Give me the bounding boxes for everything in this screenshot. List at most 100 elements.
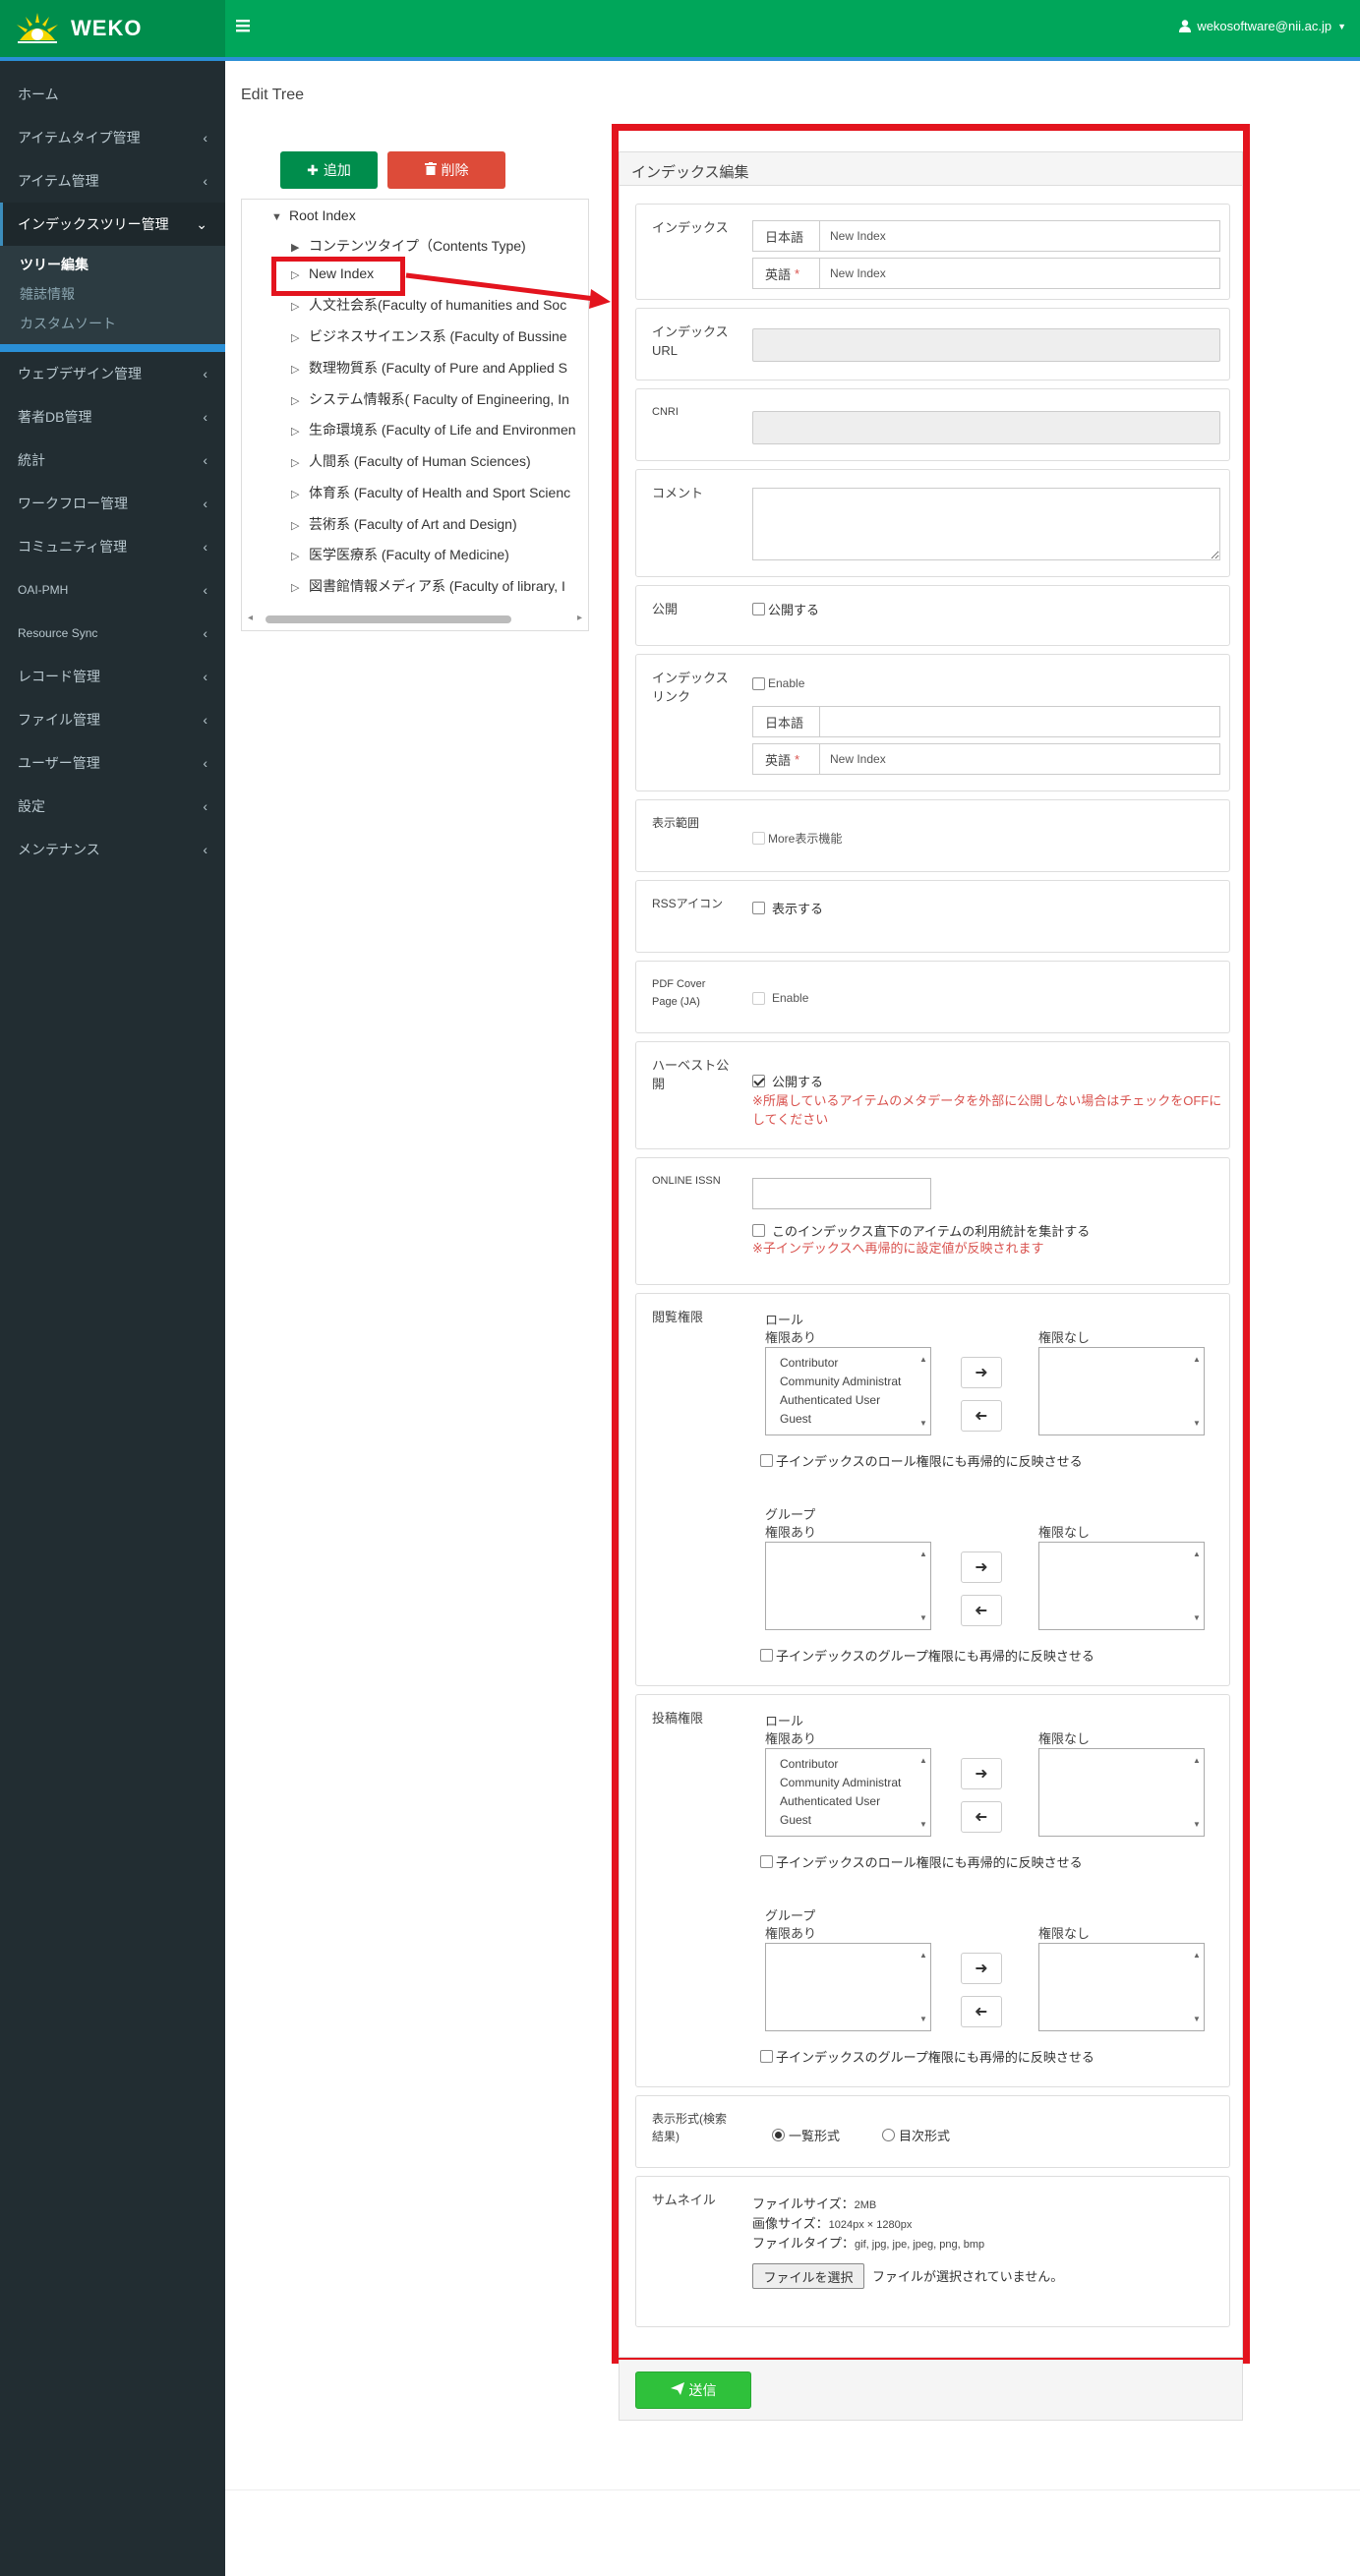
listbox-scrollbar[interactable]: ▲ ▼ bbox=[918, 1350, 928, 1433]
contrib-group-allowed-list[interactable]: ▲ ▼ bbox=[765, 1943, 931, 2031]
scrollbar-thumb[interactable] bbox=[266, 615, 511, 623]
scroll-up-icon[interactable]: ▲ bbox=[919, 1545, 927, 1563]
tree-horizontal-scrollbar[interactable]: ◂ ▸ bbox=[246, 613, 584, 626]
sidebar-item-maintenance[interactable]: メンテナンス ‹ bbox=[0, 828, 225, 871]
listbox-scrollbar[interactable]: ▲ ▼ bbox=[918, 1946, 928, 2028]
link-enable-checkbox[interactable]: Enable bbox=[752, 676, 804, 690]
sidebar-item-oai-pmh[interactable]: OAI-PMH ‹ bbox=[0, 568, 225, 612]
checkbox-box[interactable] bbox=[752, 991, 765, 1005]
tree-node[interactable]: ▶ コンテンツタイプ（Contents Type) bbox=[291, 234, 526, 258]
format-toc-radio[interactable]: 目次形式 bbox=[882, 2126, 950, 2144]
user-menu[interactable]: wekosoftware@nii.ac.jp ▼ bbox=[1179, 19, 1346, 33]
scroll-up-icon[interactable]: ▲ bbox=[1193, 1751, 1201, 1770]
tree-node-root[interactable]: ▼ Root Index bbox=[271, 204, 356, 227]
list-option[interactable]: Community Administrat bbox=[780, 1373, 930, 1391]
sidebar-item-record[interactable]: レコード管理 ‹ bbox=[0, 655, 225, 698]
scroll-down-icon[interactable]: ▼ bbox=[1193, 1815, 1201, 1834]
checkbox-box[interactable] bbox=[752, 832, 765, 845]
move-right-button[interactable]: ➜ bbox=[961, 1953, 1002, 1984]
sidebar-sub-custom-sort[interactable]: カスタムソート bbox=[0, 309, 225, 338]
radio-circle[interactable] bbox=[882, 2129, 895, 2141]
choose-file-button[interactable]: ファイルを選択 bbox=[752, 2263, 864, 2289]
link-ja-input[interactable] bbox=[820, 707, 1219, 736]
move-left-button[interactable]: ➜ bbox=[961, 1400, 1002, 1432]
index-name-en-input[interactable] bbox=[820, 259, 1219, 288]
scroll-up-icon[interactable]: ▲ bbox=[919, 1751, 927, 1770]
scroll-down-icon[interactable]: ▼ bbox=[919, 1815, 927, 1834]
scroll-down-icon[interactable]: ▼ bbox=[919, 1414, 927, 1433]
list-option[interactable]: Authenticated User bbox=[780, 1792, 930, 1811]
stats-checkbox[interactable]: このインデックス直下のアイテムの利用統計を集計する bbox=[752, 1221, 1090, 1240]
checkbox-box[interactable] bbox=[760, 1454, 773, 1467]
sidebar-item-community[interactable]: コミュニティ管理 ‹ bbox=[0, 525, 225, 568]
public-checkbox[interactable]: 公開する bbox=[752, 600, 819, 618]
sidebar-item-file[interactable]: ファイル管理 ‹ bbox=[0, 698, 225, 741]
sidebar-item-stats[interactable]: 統計 ‹ bbox=[0, 439, 225, 482]
sidebar-item-workflow[interactable]: ワークフロー管理 ‹ bbox=[0, 482, 225, 525]
scroll-right-icon[interactable]: ▸ bbox=[577, 613, 582, 623]
tree-node[interactable]: ▷ 人間系 (Faculty of Human Sciences) bbox=[291, 449, 531, 473]
list-option[interactable]: Community Administrat bbox=[780, 1774, 930, 1792]
format-list-radio[interactable]: 一覧形式 bbox=[772, 2126, 840, 2144]
online-issn-input[interactable] bbox=[752, 1178, 931, 1209]
scroll-down-icon[interactable]: ▼ bbox=[919, 2010, 927, 2028]
listbox-scrollbar[interactable]: ▲ ▼ bbox=[1192, 1545, 1202, 1627]
scroll-down-icon[interactable]: ▼ bbox=[1193, 2010, 1201, 2028]
tree-node[interactable]: ▷ 生命環境系 (Faculty of Life and Environmen bbox=[291, 418, 576, 441]
scroll-down-icon[interactable]: ▼ bbox=[1193, 1609, 1201, 1627]
tree-node[interactable]: ▷ 体育系 (Faculty of Health and Sport Scienc bbox=[291, 481, 570, 504]
harvest-checkbox[interactable]: 公開する bbox=[752, 1072, 823, 1090]
checkbox-box[interactable] bbox=[752, 676, 765, 690]
browse-group-recursive-checkbox[interactable]: 子インデックスのグループ権限にも再帰的に反映させる bbox=[760, 1646, 1094, 1665]
brand[interactable]: WEKO bbox=[0, 0, 225, 57]
sidebar-sub-journal[interactable]: 雑誌情報 bbox=[0, 279, 225, 309]
scroll-up-icon[interactable]: ▲ bbox=[919, 1946, 927, 1964]
sidebar-sub-tree-edit[interactable]: ツリー編集 bbox=[0, 250, 225, 279]
browse-group-denied-list[interactable]: ▲ ▼ bbox=[1038, 1542, 1205, 1630]
sidebar-item-user[interactable]: ユーザー管理 ‹ bbox=[0, 741, 225, 785]
sidebar-item-resource-sync[interactable]: Resource Sync ‹ bbox=[0, 612, 225, 655]
more-display-checkbox[interactable]: More表示機能 bbox=[752, 830, 842, 847]
browse-group-allowed-list[interactable]: ▲ ▼ bbox=[765, 1542, 931, 1630]
sidebar-item-index-tree[interactable]: インデックスツリー管理 ⌄ bbox=[0, 203, 225, 246]
scroll-down-icon[interactable]: ▼ bbox=[919, 1609, 927, 1627]
listbox-scrollbar[interactable]: ▲ ▼ bbox=[1192, 1946, 1202, 2028]
pdf-enable-checkbox[interactable]: Enable bbox=[752, 991, 808, 1005]
scroll-up-icon[interactable]: ▲ bbox=[919, 1350, 927, 1369]
contrib-group-recursive-checkbox[interactable]: 子インデックスのグループ権限にも再帰的に反映させる bbox=[760, 2047, 1094, 2066]
move-right-button[interactable]: ➜ bbox=[961, 1357, 1002, 1388]
rss-checkbox[interactable]: 表示する bbox=[752, 899, 823, 917]
index-name-ja-input[interactable] bbox=[820, 221, 1219, 251]
checkbox-box[interactable] bbox=[752, 603, 765, 615]
listbox-scrollbar[interactable]: ▲ ▼ bbox=[1192, 1751, 1202, 1834]
link-en-input[interactable] bbox=[820, 744, 1219, 774]
move-right-button[interactable]: ➜ bbox=[961, 1758, 1002, 1789]
sidebar-item-webdesign[interactable]: ウェブデザイン管理 ‹ bbox=[0, 352, 225, 395]
checkbox-box[interactable] bbox=[760, 1855, 773, 1868]
scroll-down-icon[interactable]: ▼ bbox=[1193, 1414, 1201, 1433]
browse-role-recursive-checkbox[interactable]: 子インデックスのロール権限にも再帰的に反映させる bbox=[760, 1451, 1083, 1470]
checkbox-box[interactable] bbox=[760, 2050, 773, 2063]
list-option[interactable]: Guest bbox=[780, 1811, 930, 1830]
add-index-button[interactable]: ✚ 追加 bbox=[280, 151, 378, 189]
scroll-left-icon[interactable]: ◂ bbox=[248, 613, 253, 623]
move-left-button[interactable]: ➜ bbox=[961, 1801, 1002, 1833]
tree-node[interactable]: ▷ 図書館情報メディア系 (Faculty of library, I bbox=[291, 574, 565, 598]
list-option[interactable]: Contributor bbox=[780, 1354, 930, 1373]
checkbox-box[interactable] bbox=[752, 902, 765, 914]
scroll-up-icon[interactable]: ▲ bbox=[1193, 1350, 1201, 1369]
list-option[interactable]: Guest bbox=[780, 1410, 930, 1429]
browse-role-allowed-list[interactable]: Contributor Community Administrat Authen… bbox=[765, 1347, 931, 1435]
list-option[interactable]: Contributor bbox=[780, 1755, 930, 1774]
checkbox-box[interactable] bbox=[752, 1075, 765, 1087]
sidebar-item-home[interactable]: ホーム bbox=[0, 73, 225, 116]
sidebar-item-settings[interactable]: 設定 ‹ bbox=[0, 785, 225, 828]
sidebar-item-itemtype[interactable]: アイテムタイプ管理 ‹ bbox=[0, 116, 225, 159]
list-option[interactable]: Authenticated User bbox=[780, 1391, 930, 1410]
browse-role-denied-list[interactable]: ▲ ▼ bbox=[1038, 1347, 1205, 1435]
sidebar-item-item[interactable]: アイテム管理 ‹ bbox=[0, 159, 225, 203]
delete-index-button[interactable]: 削除 bbox=[387, 151, 505, 189]
checkbox-box[interactable] bbox=[752, 1224, 765, 1237]
contrib-role-denied-list[interactable]: ▲ ▼ bbox=[1038, 1748, 1205, 1837]
move-right-button[interactable]: ➜ bbox=[961, 1551, 1002, 1583]
